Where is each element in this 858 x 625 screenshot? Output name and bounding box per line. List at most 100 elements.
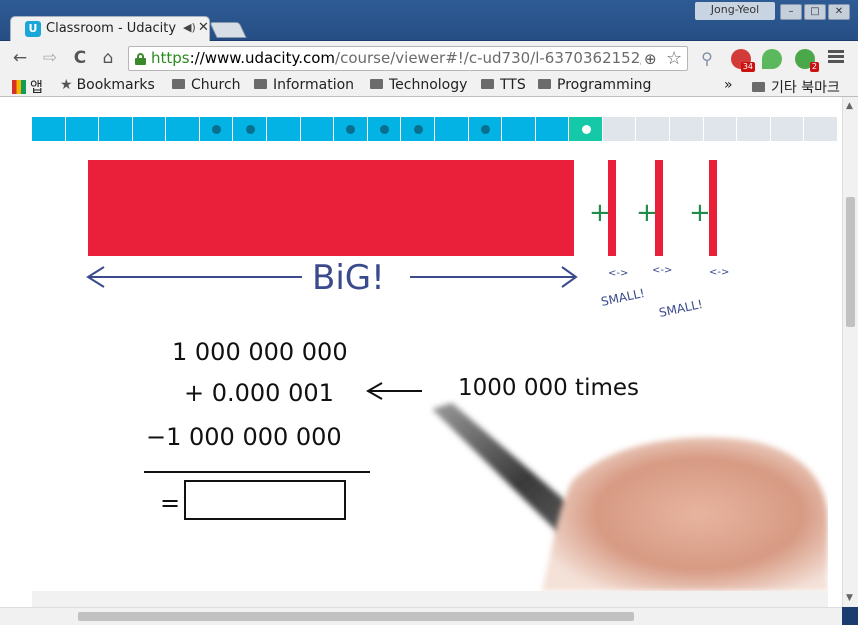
home-icon[interactable]: ⌂ (98, 48, 118, 68)
progress-segment[interactable] (468, 117, 503, 141)
progress-segment[interactable] (569, 117, 603, 141)
math-line-2: + 0.000 001 (184, 379, 334, 407)
small-label: SMALL! (600, 286, 646, 309)
address-bar[interactable]: https://www.udacity.com/course/viewer#!/… (128, 46, 688, 71)
plus-sign: + (636, 198, 658, 228)
ext-green-d-icon[interactable]: 2 (795, 49, 819, 72)
bookmark-label: Programming (557, 77, 652, 93)
plus-sign: + (689, 198, 711, 228)
scroll-up-icon[interactable]: ▲ (846, 101, 853, 111)
hand-with-pen-image (432, 403, 828, 591)
progress-segment[interactable] (65, 117, 100, 141)
bookmark-item-bookmarks[interactable]: ★ Bookmarks (60, 77, 155, 93)
new-tab-button[interactable] (209, 22, 247, 38)
progress-segment[interactable] (233, 117, 268, 141)
progress-segment[interactable] (535, 117, 570, 141)
answer-box[interactable] (184, 480, 346, 520)
scroll-down-icon[interactable]: ▼ (846, 593, 853, 603)
big-label: BiG! (312, 258, 385, 298)
progress-segment[interactable] (267, 117, 301, 141)
big-red-bar (88, 160, 574, 256)
progress-segment[interactable] (166, 117, 200, 141)
chrome-menu-icon[interactable] (828, 50, 844, 64)
ext-red-icon[interactable]: 34 (731, 49, 755, 72)
progress-segment[interactable] (334, 117, 368, 141)
folder-icon (370, 79, 383, 89)
forward-icon[interactable]: ⇨ (40, 48, 60, 68)
close-window-button[interactable]: ✕ (828, 4, 850, 20)
progress-segment[interactable] (703, 117, 738, 141)
bookmark-label: Information (273, 77, 355, 93)
vertical-scrollbar[interactable]: ▲ ▼ (842, 97, 858, 607)
math-line-1: 1 000 000 000 (172, 338, 348, 366)
progress-dot-icon (480, 125, 490, 134)
progress-dot-icon (413, 125, 423, 134)
ext-green-leaf-icon[interactable] (762, 49, 782, 69)
folder-icon (481, 79, 494, 89)
progress-dot-icon (212, 125, 222, 134)
profile-name[interactable]: Jong-Yeol (695, 2, 775, 20)
zoom-icon[interactable]: ⊕ (644, 50, 657, 68)
progress-segment[interactable] (300, 117, 335, 141)
bookmark-label: Technology (389, 77, 468, 93)
progress-segment[interactable] (132, 117, 167, 141)
url-host: ://www.udacity.com (189, 49, 336, 67)
progress-segment[interactable] (32, 117, 66, 141)
bookmark-folder-information[interactable]: Information (254, 77, 354, 93)
progress-segment[interactable] (737, 117, 771, 141)
progress-segment[interactable] (636, 117, 670, 141)
progress-segment[interactable] (434, 117, 469, 141)
reload-icon[interactable]: C (70, 48, 90, 68)
left-arrow (365, 382, 422, 400)
maximize-button[interactable]: □ (804, 4, 826, 20)
progress-segment[interactable] (502, 117, 536, 141)
apps-grid-icon (12, 80, 26, 94)
progress-segment[interactable] (199, 117, 234, 141)
scrollbar-thumb[interactable] (846, 197, 855, 327)
whiteboard-drawing: + + + BiG! <-> <-> <-> SMALL! SMALL! 1 0… (86, 160, 828, 591)
progress-segment[interactable] (669, 117, 704, 141)
progress-segment[interactable] (602, 117, 637, 141)
bookmark-star-icon[interactable]: ☆ (666, 48, 682, 69)
progress-segment[interactable] (401, 117, 435, 141)
horizontal-scrollbar[interactable] (0, 607, 842, 625)
folder-icon (172, 79, 185, 89)
bookmark-label: TTS (500, 77, 526, 93)
progress-dot-icon (380, 125, 390, 134)
bookmark-folder-tts[interactable]: TTS (481, 77, 526, 93)
browser-tab[interactable]: U Classroom - Udacity ◀) ✕ (10, 16, 210, 42)
close-tab-icon[interactable]: ✕ (198, 20, 209, 35)
progress-segment[interactable] (770, 117, 805, 141)
minimize-button[interactable]: – (780, 4, 802, 20)
progress-segment[interactable] (99, 117, 133, 141)
lesson-video[interactable]: + + + BiG! <-> <-> <-> SMALL! SMALL! 1 0… (12, 141, 828, 591)
speaker-icon[interactable]: ◀) (183, 21, 196, 34)
bookmark-folder-technology[interactable]: Technology (370, 77, 467, 93)
progress-segment[interactable] (804, 117, 838, 141)
small-arrow-icon: <-> (608, 268, 628, 279)
udacity-favicon-icon: U (25, 21, 41, 37)
bookmarks-bar: 앱 ★ Bookmarks Church Information Technolo… (0, 75, 858, 97)
lock-icon (135, 53, 146, 65)
page-content: + + + BiG! <-> <-> <-> SMALL! SMALL! 1 0… (0, 97, 842, 607)
folder-icon (254, 79, 267, 89)
back-icon[interactable]: ← (10, 48, 30, 68)
ext-search-icon[interactable]: ⚲ (697, 49, 717, 69)
bookmark-folder-church[interactable]: Church (172, 77, 241, 93)
scrollbar-thumb[interactable] (78, 612, 634, 621)
math-line-3: −1 000 000 000 (146, 423, 342, 451)
folder-icon (752, 82, 765, 92)
url-text[interactable]: https://www.udacity.com/course/viewer#!/… (151, 49, 641, 67)
progress-segment[interactable] (367, 117, 402, 141)
apps-label: 앱 (30, 80, 43, 96)
video-footer (32, 591, 828, 607)
small-arrow-icon: <-> (709, 267, 729, 278)
bookmark-folder-programming[interactable]: Programming (538, 77, 651, 93)
small-label: SMALL! (658, 297, 704, 320)
folder-icon (538, 79, 551, 89)
apps-shortcut[interactable]: 앱 (12, 77, 43, 97)
other-bookmarks[interactable]: 기타 북마크 (752, 77, 840, 97)
bookmarks-overflow-icon[interactable]: » (724, 77, 733, 93)
lesson-progress-bar (32, 117, 838, 141)
small-arrow-icon: <-> (652, 265, 672, 276)
